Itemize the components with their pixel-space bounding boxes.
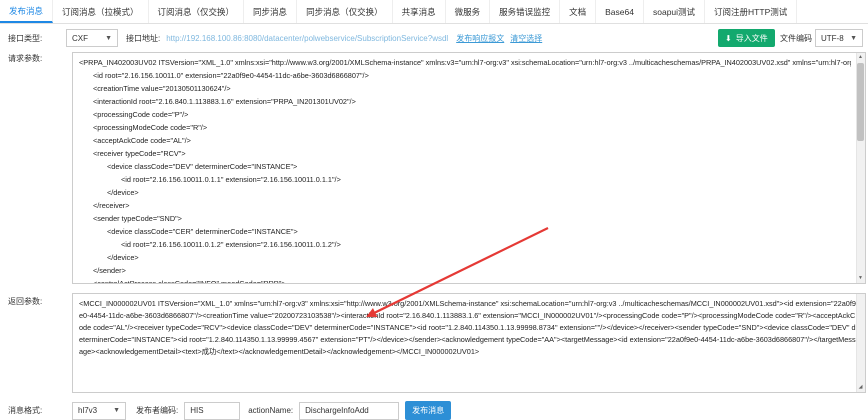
- import-file-button[interactable]: ⬇ 导入文件: [718, 29, 775, 47]
- tab-7[interactable]: 微服务: [446, 0, 491, 23]
- tab-12[interactable]: 订阅注册HTTP测试: [705, 0, 798, 23]
- tab-11[interactable]: soapui测试: [644, 0, 706, 23]
- request-xml-line: <interactionId root="2.16.840.1.113883.1…: [93, 97, 356, 106]
- response-params-label: 返回参数:: [8, 297, 43, 306]
- import-icon: ⬇: [725, 33, 732, 43]
- request-xml-line: </sender>: [93, 266, 126, 275]
- resize-handle-icon[interactable]: ◢: [856, 383, 865, 392]
- request-xml-content: <PRPA_IN402003UV02 ITSVersion="XML_1.0" …: [79, 56, 851, 284]
- request-xml-line: <sender typeCode="SND">: [93, 214, 182, 223]
- request-xml-line: <id root="2.16.156.10011.0" extension="2…: [93, 71, 369, 80]
- response-params-textarea[interactable]: <MCCI_IN000002UV01 ITSVersion="XML_1.0" …: [72, 293, 866, 393]
- request-xml-line: </receiver>: [93, 201, 130, 210]
- request-xml-line: </device>: [107, 188, 139, 197]
- interface-address-input[interactable]: http://192.168.100.86:8080/datacenter/po…: [166, 34, 448, 43]
- file-encoding-label: 文件编码: [780, 34, 812, 43]
- publish-response-link[interactable]: 发布响应报文: [456, 33, 504, 44]
- action-name-label: actionName:: [248, 406, 294, 415]
- request-xml-line: <id root="2.16.156.10011.0.1.1" extensio…: [121, 175, 341, 184]
- action-name-input[interactable]: DischargeInfoAdd: [299, 401, 400, 420]
- tab-9[interactable]: 文档: [560, 0, 597, 23]
- interface-type-label: 接口类型:: [8, 33, 43, 43]
- request-xml-line: <creationTime value="20130501130624"/>: [93, 84, 231, 93]
- scroll-down-icon[interactable]: ▼: [856, 274, 865, 283]
- request-xml-line: <receiver typeCode="RCV">: [93, 149, 186, 158]
- chevron-down-icon: ▼: [113, 407, 120, 414]
- tab-bar: 发布消息 订阅消息（拉模式） 订阅消息（仅交换） 同步消息 同步消息（仅交换） 共享消息微…: [0, 0, 868, 24]
- tab-1[interactable]: 发布消息: [0, 0, 54, 23]
- request-xml-line: <processingModeCode code="R"/>: [93, 123, 208, 132]
- request-xml-line: <acceptAckCode code="AL"/>: [93, 136, 191, 145]
- request-scrollbar[interactable]: ▲ ▼: [856, 53, 865, 283]
- tab-5[interactable]: 同步消息（仅交换）: [297, 0, 393, 23]
- publisher-code-input[interactable]: HIS: [184, 401, 241, 420]
- interface-type-select[interactable]: CXF ▼: [66, 29, 118, 47]
- scroll-thumb[interactable]: [857, 63, 864, 141]
- message-format-select[interactable]: hl7v3 ▼: [72, 401, 126, 420]
- request-params-textarea[interactable]: <PRPA_IN402003UV02 ITSVersion="XML_1.0" …: [72, 52, 866, 284]
- request-xml-line: <id root="2.16.156.10011.0.1.2" extensio…: [121, 240, 341, 249]
- tab-2[interactable]: 订阅消息（拉模式）: [53, 0, 149, 23]
- request-xml-line: <controlActProcess classCode="INFO" mood…: [93, 279, 286, 284]
- file-encoding-select[interactable]: UTF-8 ▼: [815, 29, 863, 47]
- request-params-label: 请求参数:: [8, 54, 43, 63]
- request-xml-line: <PRPA_IN402003UV02 ITSVersion="XML_1.0" …: [79, 58, 851, 67]
- scroll-up-icon[interactable]: ▲: [856, 53, 865, 62]
- message-format-label: 消息格式:: [8, 406, 43, 415]
- footer-row: 消息格式: hl7v3 ▼ 发布者编码: HIS actionName: Dis…: [0, 401, 868, 420]
- request-xml-line: <processingCode code="P"/>: [93, 110, 189, 119]
- response-scrollbar[interactable]: ◢: [856, 294, 865, 392]
- chevron-down-icon: ▼: [105, 34, 112, 42]
- config-row: 接口类型: CXF ▼ 接口地址: http://192.168.100.86:…: [0, 28, 868, 48]
- publish-message-button[interactable]: 发布消息: [405, 401, 452, 420]
- publisher-code-label: 发布者编码:: [136, 406, 179, 415]
- tab-10[interactable]: Base64: [596, 0, 644, 23]
- request-xml-line: <device classCode="CER" determinerCode="…: [107, 227, 298, 236]
- request-xml-line: <device classCode="DEV" determinerCode="…: [107, 162, 298, 171]
- tab-6[interactable]: 共享消息: [393, 0, 446, 23]
- request-xml-line: </device>: [107, 253, 139, 262]
- tab-8[interactable]: 服务错误监控: [490, 0, 561, 23]
- response-xml-content: <MCCI_IN000002UV01 ITSVersion="XML_1.0" …: [79, 299, 856, 356]
- interface-address-label: 接口地址:: [126, 33, 161, 43]
- tab-4[interactable]: 同步消息: [244, 0, 298, 23]
- tab-3[interactable]: 订阅消息（仅交换）: [149, 0, 245, 23]
- chevron-down-icon: ▼: [850, 34, 857, 42]
- clear-selection-link[interactable]: 清空选择: [510, 33, 542, 44]
